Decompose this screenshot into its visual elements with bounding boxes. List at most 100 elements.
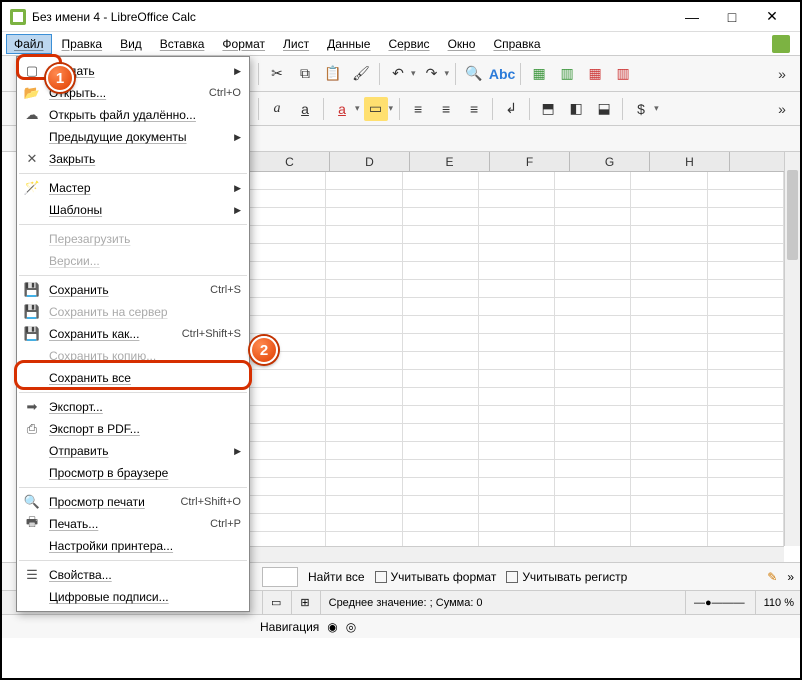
valign-top-icon[interactable]: ⬒ bbox=[536, 97, 560, 121]
italic-icon[interactable]: a bbox=[265, 97, 289, 121]
menu-item-label: Экспорт в PDF... bbox=[49, 422, 241, 436]
menu-item[interactable]: ☁Открыть файл удалённо... bbox=[17, 104, 249, 126]
cells-del-col-icon[interactable]: ▥ bbox=[611, 62, 635, 86]
font-color-icon[interactable]: a bbox=[330, 97, 354, 121]
menu-item[interactable]: 💾СохранитьCtrl+S bbox=[17, 279, 249, 301]
find-all-button[interactable]: Найти все bbox=[308, 570, 365, 584]
toolbar-overflow-icon[interactable]: » bbox=[770, 62, 794, 86]
col-header[interactable]: F bbox=[490, 152, 570, 171]
spellcheck-icon[interactable]: Abc bbox=[490, 62, 514, 86]
blank-icon bbox=[23, 465, 41, 481]
menu-item-shortcut: Ctrl+P bbox=[210, 518, 241, 530]
preview-icon: 🔍 bbox=[23, 494, 41, 510]
menu-window[interactable]: Окно bbox=[440, 34, 484, 54]
find-replace-icon[interactable]: 🔍 bbox=[462, 62, 486, 86]
col-header[interactable]: E bbox=[410, 152, 490, 171]
cut-icon[interactable]: ✂ bbox=[265, 62, 289, 86]
match-case-checkbox[interactable]: Учитывать регистр bbox=[506, 570, 627, 584]
menu-item[interactable]: Настройки принтера... bbox=[17, 535, 249, 557]
titlebar: Без имени 4 - LibreOffice Calc — □ ✕ bbox=[2, 2, 800, 32]
cells-col-icon[interactable]: ▥ bbox=[555, 62, 579, 86]
update-icon[interactable] bbox=[772, 35, 790, 53]
menu-item: Перезагрузить bbox=[17, 228, 249, 250]
col-header[interactable]: C bbox=[250, 152, 330, 171]
file-menu-dropdown: ▢Создать▶📂Открыть...Ctrl+O☁Открыть файл … bbox=[16, 56, 250, 612]
align-right-icon[interactable]: ≡ bbox=[462, 97, 486, 121]
save-icon: 💾 bbox=[23, 282, 41, 298]
nav-next-icon[interactable]: ◎ bbox=[346, 620, 356, 634]
menu-item[interactable]: Отправить▶ bbox=[17, 440, 249, 462]
underline-icon[interactable]: a bbox=[293, 97, 317, 121]
status-summary: Среднее значение: ; Сумма: 0 bbox=[320, 591, 675, 614]
findbar-overflow-icon[interactable]: » bbox=[787, 570, 794, 584]
menu-data[interactable]: Данные bbox=[319, 34, 378, 54]
menu-item-shortcut: Ctrl+S bbox=[210, 284, 241, 296]
copy-icon[interactable]: ⧉ bbox=[293, 62, 317, 86]
cell-grid[interactable] bbox=[250, 172, 784, 546]
menu-edit[interactable]: Правка bbox=[54, 34, 111, 54]
menu-item[interactable]: 💾Сохранить как...Ctrl+Shift+S bbox=[17, 323, 249, 345]
zoom-value[interactable]: 110 % bbox=[755, 591, 794, 614]
align-center-icon[interactable]: ≡ bbox=[434, 97, 458, 121]
menu-item[interactable]: Шаблоны▶ bbox=[17, 199, 249, 221]
menu-help[interactable]: Справка bbox=[485, 34, 548, 54]
match-format-checkbox[interactable]: Учитывать формат bbox=[375, 570, 497, 584]
menu-item[interactable]: ⎙Экспорт в PDF... bbox=[17, 418, 249, 440]
col-header[interactable]: H bbox=[650, 152, 730, 171]
menu-insert[interactable]: Вставка bbox=[152, 34, 213, 54]
cells-row-icon[interactable]: ▦ bbox=[527, 62, 551, 86]
selection-mode-icon[interactable]: ⊞ bbox=[291, 591, 309, 614]
undo-icon[interactable]: ↶ bbox=[386, 62, 410, 86]
annotation-badge-1: 1 bbox=[46, 64, 74, 92]
menu-item[interactable]: ➡Экспорт... bbox=[17, 396, 249, 418]
insert-mode-icon[interactable]: ▭ bbox=[262, 591, 281, 614]
cells-del-row-icon[interactable]: ▦ bbox=[583, 62, 607, 86]
highlight-color-icon[interactable]: ▭ bbox=[364, 97, 388, 121]
horizontal-scrollbar[interactable] bbox=[250, 546, 784, 562]
find-close-icon[interactable]: ✎ bbox=[767, 570, 777, 584]
fmtbar-overflow-icon[interactable]: » bbox=[770, 97, 794, 121]
menu-item[interactable]: ✕Закрыть bbox=[17, 148, 249, 170]
recent-icon bbox=[23, 129, 41, 145]
menu-item[interactable]: Сохранить все bbox=[17, 367, 249, 389]
currency-icon[interactable]: $ bbox=[629, 97, 653, 121]
menu-item[interactable]: Цифровые подписи... bbox=[17, 586, 249, 608]
zoom-slider[interactable]: —●——— bbox=[685, 591, 745, 614]
wrap-text-icon[interactable]: ↲ bbox=[499, 97, 523, 121]
valign-middle-icon[interactable]: ◧ bbox=[564, 97, 588, 121]
menu-item[interactable]: 🔍Просмотр печатиCtrl+Shift+O bbox=[17, 491, 249, 513]
col-header[interactable]: D bbox=[330, 152, 410, 171]
vertical-scrollbar[interactable] bbox=[784, 152, 800, 546]
menu-format[interactable]: Формат bbox=[214, 34, 273, 54]
submenu-arrow-icon: ▶ bbox=[234, 183, 241, 194]
col-header[interactable]: G bbox=[570, 152, 650, 171]
submenu-arrow-icon: ▶ bbox=[234, 66, 241, 77]
print-icon: 🖶 bbox=[23, 516, 41, 532]
menu-item-label: Сохранить как... bbox=[49, 327, 174, 341]
maximize-button[interactable]: □ bbox=[712, 3, 752, 31]
menu-item[interactable]: Просмотр в браузере bbox=[17, 462, 249, 484]
menu-item[interactable]: ☰Свойства... bbox=[17, 564, 249, 586]
menu-sheet[interactable]: Лист bbox=[275, 34, 317, 54]
redo-icon[interactable]: ↷ bbox=[420, 62, 444, 86]
menu-file[interactable]: Файл bbox=[6, 34, 52, 54]
menu-item[interactable]: Предыдущие документы▶ bbox=[17, 126, 249, 148]
format-paintbrush-icon[interactable]: 🖌 bbox=[349, 62, 373, 86]
menu-tools[interactable]: Сервис bbox=[380, 34, 437, 54]
close-window-button[interactable]: ✕ bbox=[752, 3, 792, 31]
column-headers[interactable]: C D E F G H bbox=[250, 152, 784, 172]
valign-bottom-icon[interactable]: ⬓ bbox=[592, 97, 616, 121]
menu-item-shortcut: Ctrl+O bbox=[209, 87, 241, 99]
blank-icon bbox=[23, 231, 41, 247]
align-left-icon[interactable]: ≡ bbox=[406, 97, 430, 121]
nav-prev-icon[interactable]: ◉ bbox=[327, 620, 337, 634]
minimize-button[interactable]: — bbox=[672, 3, 712, 31]
find-dropdown[interactable] bbox=[262, 567, 298, 587]
menu-item: Сохранить копию... bbox=[17, 345, 249, 367]
paste-icon[interactable]: 📋 bbox=[321, 62, 345, 86]
menu-item-label: Открыть файл удалённо... bbox=[49, 108, 241, 122]
menu-item[interactable]: 🪄Мастер▶ bbox=[17, 177, 249, 199]
close-icon: ✕ bbox=[23, 151, 41, 167]
menu-item[interactable]: 🖶Печать...Ctrl+P bbox=[17, 513, 249, 535]
menu-view[interactable]: Вид bbox=[112, 34, 150, 54]
